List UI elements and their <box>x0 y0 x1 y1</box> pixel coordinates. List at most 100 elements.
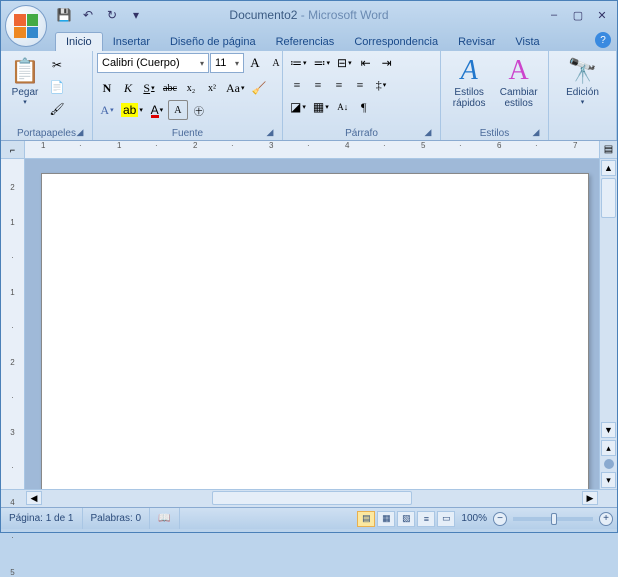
char-border-button[interactable]: A <box>168 100 188 120</box>
tab-vista[interactable]: Vista <box>505 33 549 51</box>
minimize-button[interactable]: – <box>543 6 565 24</box>
copy-button[interactable]: 📄 <box>47 77 67 97</box>
ruler-vertical[interactable]: 21·1·2·3·4·5 <box>1 159 25 489</box>
close-button[interactable]: ✕ <box>591 6 613 24</box>
prev-page-button[interactable]: ▴ <box>601 440 616 456</box>
quick-styles-button[interactable]: A Estilos rápidos <box>445 53 493 111</box>
zoom-slider[interactable] <box>513 517 593 521</box>
document-page[interactable] <box>41 173 589 489</box>
hscroll-track-left[interactable] <box>43 490 211 507</box>
status-bar: Página: 1 de 1 Palabras: 0 📖 ▤ ▦ ▧ ≡ ▭ 1… <box>1 507 617 529</box>
change-styles-label: Cambiar estilos <box>497 87 540 109</box>
italic-button[interactable]: K <box>118 78 138 98</box>
hscroll-track-right[interactable] <box>413 490 581 507</box>
office-logo-icon <box>14 14 38 38</box>
vscroll-thumb[interactable] <box>601 178 616 218</box>
text-effects-button[interactable]: A <box>97 100 117 120</box>
borders-button[interactable]: ▦ <box>310 97 332 117</box>
zoom-level[interactable]: 100% <box>461 513 487 524</box>
tab-referencias[interactable]: Referencias <box>266 33 345 51</box>
maximize-button[interactable]: ▢ <box>567 6 589 24</box>
font-size-combo[interactable]: 11▾ <box>210 53 244 73</box>
decrease-indent-button[interactable]: ⇤ <box>356 53 376 73</box>
bullets-button[interactable]: ≔ <box>287 53 310 73</box>
zoom-out-button[interactable]: − <box>493 512 507 526</box>
grow-font-button[interactable]: A <box>245 53 265 73</box>
tab-revisar[interactable]: Revisar <box>448 33 505 51</box>
hscroll-thumb[interactable] <box>212 491 412 505</box>
zoom-in-button[interactable]: + <box>599 512 613 526</box>
browse-object-button[interactable] <box>604 459 614 469</box>
find-button[interactable]: 🔭 Edición ▾ <box>562 53 603 108</box>
quick-styles-icon: A <box>453 55 485 87</box>
undo-button[interactable]: ↶ <box>79 6 97 24</box>
paragraph-dialog-launcher[interactable]: ◢ <box>422 127 434 139</box>
scroll-right-button[interactable]: ▶ <box>582 491 598 505</box>
cut-button[interactable]: ✂ <box>47 55 67 75</box>
bold-button[interactable]: N <box>97 78 117 98</box>
justify-button[interactable]: ≡ <box>350 75 370 95</box>
save-button[interactable]: 💾 <box>55 6 73 24</box>
group-label-clipboard: Portapapeles◢ <box>5 127 88 140</box>
view-print-layout-button[interactable]: ▤ <box>357 511 375 527</box>
ruler-toggle-button[interactable]: ▤ <box>599 141 617 158</box>
change-styles-button[interactable]: A Cambiar estilos <box>493 53 544 111</box>
align-center-button[interactable]: ≡ <box>308 75 328 95</box>
vscroll-track[interactable] <box>600 219 617 421</box>
view-draft-button[interactable]: ▭ <box>437 511 455 527</box>
sort-button[interactable]: A↓ <box>333 97 353 117</box>
numbering-button[interactable]: ≕ <box>311 53 334 73</box>
scroll-up-button[interactable]: ▲ <box>601 160 616 176</box>
office-button[interactable] <box>5 5 47 47</box>
show-marks-button[interactable]: ¶ <box>354 97 374 117</box>
scroll-down-button[interactable]: ▼ <box>601 422 616 438</box>
superscript-button[interactable]: x² <box>202 78 222 98</box>
qat-customize-button[interactable]: ▾ <box>127 6 145 24</box>
increase-indent-button[interactable]: ⇥ <box>377 53 397 73</box>
group-paragraph: ≔ ≕ ⊟ ⇤ ⇥ ≡ ≡ ≡ ≡ ‡ ◪ ▦ A↓ ¶ Párrafo◢ <box>283 51 441 140</box>
multilevel-list-button[interactable]: ⊟ <box>334 53 355 73</box>
quick-styles-label: Estilos rápidos <box>449 87 489 109</box>
tab-selector[interactable]: ⌐ <box>1 141 25 158</box>
group-label-styles: Estilos◢ <box>445 127 544 140</box>
status-words[interactable]: Palabras: 0 <box>83 508 151 529</box>
styles-dialog-launcher[interactable]: ◢ <box>530 127 542 139</box>
shading-button[interactable]: ◪ <box>287 97 309 117</box>
status-page[interactable]: Página: 1 de 1 <box>1 508 83 529</box>
next-page-button[interactable]: ▾ <box>601 472 616 488</box>
tab-inicio[interactable]: Inicio <box>55 32 103 51</box>
change-case-button[interactable]: Aa <box>223 78 248 98</box>
view-outline-button[interactable]: ≡ <box>417 511 435 527</box>
font-color-button[interactable]: A <box>147 100 167 120</box>
group-label-paragraph: Párrafo◢ <box>287 127 436 140</box>
tab-diseno[interactable]: Diseño de página <box>160 33 266 51</box>
view-full-screen-button[interactable]: ▦ <box>377 511 395 527</box>
paste-button[interactable]: 📋 Pegar ▾ <box>5 53 45 108</box>
align-left-button[interactable]: ≡ <box>287 75 307 95</box>
subscript-button[interactable]: x₂ <box>181 78 201 98</box>
ribbon: 📋 Pegar ▾ ✂ 📄 🖌 Portapapeles◢ Calibri (C… <box>1 51 617 141</box>
redo-button[interactable]: ↻ <box>103 6 121 24</box>
window-controls: – ▢ ✕ <box>543 6 613 24</box>
underline-button[interactable]: S <box>139 78 159 98</box>
tab-correspondencia[interactable]: Correspondencia <box>344 33 448 51</box>
zoom-slider-thumb[interactable] <box>551 513 557 525</box>
clipboard-dialog-launcher[interactable]: ◢ <box>74 127 86 139</box>
status-proofing[interactable]: 📖 <box>150 508 179 529</box>
strikethrough-button[interactable]: abc <box>160 78 180 98</box>
ruler-h-track[interactable]: 1·1·2·3·4·5·6·7·8·9·10·11·12·13·14· <box>25 141 599 158</box>
quick-access-toolbar: 💾 ↶ ↻ ▾ <box>55 6 145 24</box>
help-button[interactable]: ? <box>595 32 611 48</box>
align-right-button[interactable]: ≡ <box>329 75 349 95</box>
clear-formatting-button[interactable]: 🧹 <box>249 78 270 98</box>
font-dialog-launcher[interactable]: ◢ <box>264 127 276 139</box>
tab-insertar[interactable]: Insertar <box>103 33 160 51</box>
line-spacing-button[interactable]: ‡ <box>371 75 391 95</box>
highlight-button[interactable]: ab <box>118 100 146 120</box>
font-name-combo[interactable]: Calibri (Cuerpo)▾ <box>97 53 209 73</box>
enclose-char-button[interactable]: ㊉ <box>189 100 209 120</box>
clipboard-icon: 📋 <box>9 55 41 87</box>
scroll-left-button[interactable]: ◀ <box>26 491 42 505</box>
format-painter-button[interactable]: 🖌 <box>47 99 67 119</box>
view-web-layout-button[interactable]: ▧ <box>397 511 415 527</box>
